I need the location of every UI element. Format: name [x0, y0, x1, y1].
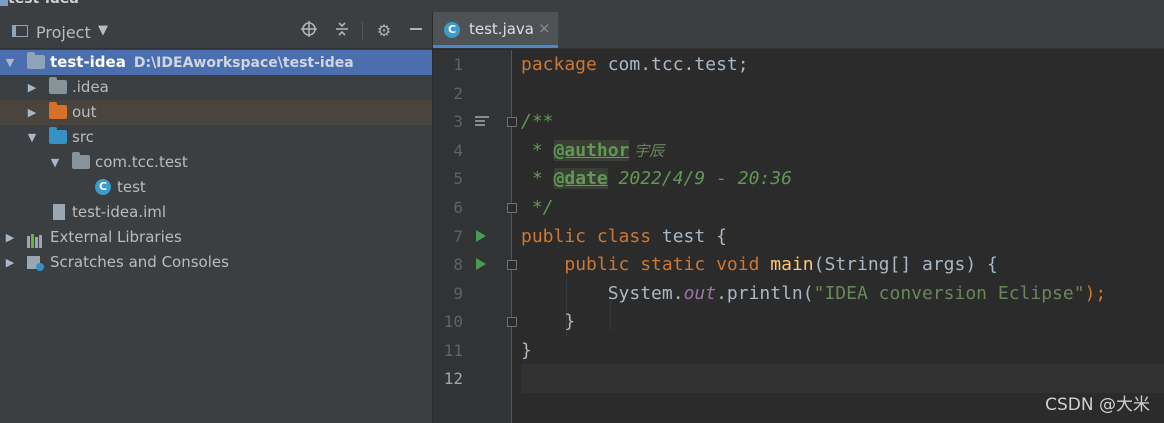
tab-label: test.java: [469, 20, 535, 38]
close-icon[interactable]: ×: [538, 19, 551, 37]
folder-icon: [49, 77, 67, 94]
tree-item-label: External Libraries: [50, 228, 182, 246]
chevron-down-icon[interactable]: ▼: [49, 150, 61, 175]
chevron-right-icon[interactable]: ▶: [26, 100, 38, 125]
tree-item-test-class[interactable]: C test: [0, 175, 432, 200]
code-line-5: * @date 2022/4/9 - 20:36: [521, 168, 792, 189]
tree-item-label: com.tcc.test: [95, 153, 188, 171]
run-main-icon[interactable]: [476, 258, 486, 270]
project-path: D:\IDEAworkspace\test-idea: [133, 55, 354, 71]
line-number: 4: [453, 141, 463, 160]
tree-item-src[interactable]: ▼ src: [0, 125, 432, 150]
tree-item-label: out: [72, 103, 97, 121]
source-folder-icon: [49, 127, 67, 144]
project-panel: Project ▼ ⚙ ▼ test-idea D:\IDEAworkspace\…: [0, 12, 432, 423]
header-separator: [362, 22, 363, 40]
run-class-icon[interactable]: [476, 230, 486, 242]
line-number: 12: [443, 369, 463, 388]
code-editor: C test.java × 1 2 3 4 5 6 7 8 9 10 11 12…: [433, 12, 1164, 423]
code-line-10: }: [521, 311, 576, 332]
line-number: 8: [453, 255, 463, 274]
tree-item-label: .idea: [72, 78, 109, 96]
code-line-12: [521, 364, 1164, 393]
tree-item-label: Scratches and Consoles: [50, 253, 229, 271]
fold-icon[interactable]: [507, 203, 517, 213]
chevron-right-icon[interactable]: ▶: [26, 75, 38, 100]
fold-icon[interactable]: [507, 117, 517, 127]
tree-item-out[interactable]: ▶ out: [0, 100, 432, 125]
doc-render-icon[interactable]: [475, 116, 489, 128]
tree-item-idea[interactable]: ▶ .idea: [0, 75, 432, 100]
editor-tab-bar: C test.java ×: [433, 12, 1164, 49]
java-class-icon: C: [444, 22, 460, 38]
fold-icon[interactable]: [507, 260, 517, 270]
window-title-bar: test-idea: [0, 0, 1164, 12]
tree-item-label: test-idea: [50, 53, 126, 71]
tree-item-test-idea[interactable]: ▼ test-idea D:\IDEAworkspace\test-idea: [0, 50, 432, 75]
code-line-9: System.out.println("IDEA conversion Ecli…: [607, 283, 1107, 304]
java-class-icon: C: [95, 179, 111, 195]
line-number: 9: [453, 284, 463, 303]
project-view-selector[interactable]: Project: [36, 23, 91, 42]
collapse-icon[interactable]: [331, 20, 353, 42]
line-number: 5: [453, 169, 463, 188]
line-number: 6: [453, 198, 463, 217]
gear-icon[interactable]: ⚙: [373, 20, 395, 42]
chevron-down-icon[interactable]: ▼: [4, 50, 16, 75]
tree-item-package[interactable]: ▼ com.tcc.test: [0, 150, 432, 175]
chevron-down-icon[interactable]: ▼: [98, 23, 108, 38]
module-folder-icon: [27, 52, 45, 69]
app-icon: [0, 0, 8, 6]
line-number: 7: [453, 227, 463, 246]
window-title: test-idea: [8, 0, 79, 7]
chevron-right-icon[interactable]: ▶: [4, 250, 16, 275]
watermark: CSDN @大米: [1045, 395, 1150, 415]
line-number: 11: [443, 341, 463, 360]
code-line-7: public class test {: [521, 226, 727, 247]
tree-item-external-libraries[interactable]: ▶ External Libraries: [0, 225, 432, 250]
package-icon: [72, 152, 90, 169]
tree-item-iml[interactable]: test-idea.iml: [0, 200, 432, 225]
locate-icon[interactable]: [298, 20, 320, 42]
tree-item-label: src: [72, 128, 94, 146]
chevron-right-icon[interactable]: ▶: [4, 225, 16, 250]
tree-item-label: test: [117, 178, 146, 196]
code-line-4: * @author 宇辰: [521, 140, 665, 161]
line-number: 10: [443, 312, 463, 331]
scratches-icon: [27, 255, 45, 280]
project-panel-header: Project ▼ ⚙: [0, 12, 432, 49]
editor-gutter: 1 2 3 4 5 6 7 8 9 10 11 12: [433, 50, 517, 423]
tree-item-scratches[interactable]: ▶ Scratches and Consoles: [0, 250, 432, 275]
project-icon: [12, 25, 28, 37]
fold-icon[interactable]: [507, 317, 517, 327]
code-line-3: /**: [521, 111, 554, 132]
tree-item-label: test-idea.iml: [72, 203, 167, 221]
line-number: 3: [453, 112, 463, 131]
excluded-folder-icon: [49, 102, 67, 119]
code-line-11: }: [521, 340, 532, 361]
minimize-icon[interactable]: [405, 20, 427, 42]
code-line-1: package com.tcc.test;: [521, 54, 749, 75]
iml-file-icon: [53, 204, 65, 220]
tab-test-java[interactable]: C test.java ×: [433, 12, 558, 48]
code-line-8: public static void main(String[] args) {: [564, 254, 998, 275]
line-number: 2: [453, 84, 463, 103]
chevron-down-icon[interactable]: ▼: [26, 125, 38, 150]
line-number: 1: [453, 55, 463, 74]
code-line-6: */: [521, 197, 554, 218]
